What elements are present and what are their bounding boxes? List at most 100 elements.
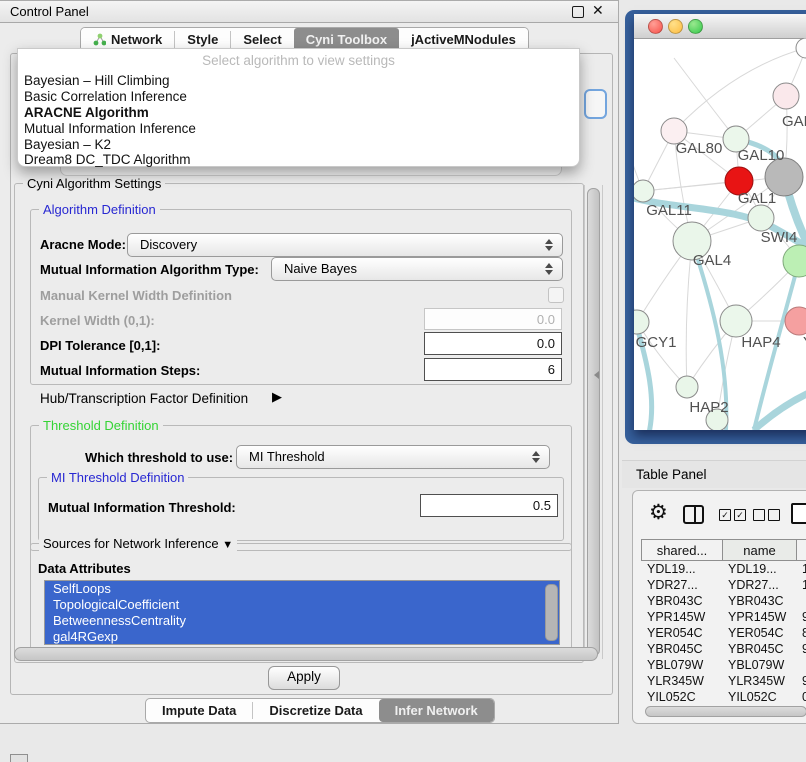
cell: 12	[802, 578, 806, 592]
network-view-inner: GAL GAL80 GAL10 GAL11 GAL1 SWI4 GAL4 GCY…	[634, 14, 806, 430]
minimize-traffic-light[interactable]	[668, 19, 683, 34]
group-title: Sources for Network Inference ▼	[39, 536, 237, 551]
group-title: Threshold Definition	[39, 418, 163, 433]
tab-impute-data[interactable]: Impute Data	[146, 699, 252, 722]
column-header[interactable]: name	[722, 539, 797, 561]
aracne-mode-combo[interactable]: Discovery	[127, 233, 563, 257]
checked-box-icon[interactable]: ✓	[734, 509, 746, 521]
settings-hscrollbar-thumb[interactable]	[14, 647, 598, 661]
aracne-mode-label: Aracne Mode:	[40, 237, 126, 252]
split-columns-icon[interactable]	[683, 505, 704, 524]
settings-vscrollbar-thumb[interactable]	[587, 188, 600, 656]
node-label: GAL1	[738, 190, 776, 207]
cell: YDR27...	[647, 578, 698, 592]
manual-kernel-checkbox[interactable]	[548, 287, 564, 303]
stepper-icon	[545, 262, 553, 276]
node[interactable]	[634, 310, 649, 334]
network-icon	[93, 33, 106, 46]
algorithm-option[interactable]: Bayesian – K2	[24, 137, 111, 152]
node[interactable]	[676, 376, 698, 398]
cell: YIL052C	[728, 690, 777, 704]
network-window-titlebar	[634, 14, 806, 39]
apply-button[interactable]: Apply	[268, 666, 340, 690]
node[interactable]	[785, 307, 806, 335]
node[interactable]	[748, 205, 774, 231]
algorithm-option[interactable]: Bayesian – Hill Climbing	[24, 73, 170, 88]
mi-threshold-label: Mutual Information Threshold:	[48, 500, 236, 515]
hub-expand-arrow-icon[interactable]: ▶	[272, 389, 282, 405]
algorithm-option-highlighted[interactable]: ARACNE Algorithm	[24, 105, 149, 120]
which-threshold-combo[interactable]: MI Threshold	[236, 445, 550, 469]
cell: YPR145W	[728, 610, 786, 624]
cell: YBL079W	[728, 658, 784, 672]
checked-box-icon[interactable]: ✓	[719, 509, 731, 521]
tab-infer-network[interactable]: Infer Network	[379, 699, 494, 722]
zoom-traffic-light[interactable]	[688, 19, 703, 34]
algorithm-option[interactable]: Mutual Information Inference	[24, 121, 196, 136]
node-label: GAL4	[693, 252, 731, 269]
minimized-panel-icon[interactable]	[10, 754, 28, 762]
table-panel-title: Table Panel	[636, 467, 707, 482]
tab-label: Impute Data	[162, 703, 236, 718]
node[interactable]	[783, 245, 806, 277]
sources-collapse-arrow-icon[interactable]: ▼	[222, 539, 233, 551]
column-header[interactable]: shared...	[641, 539, 723, 561]
list-item[interactable]: BetweennessCentrality	[45, 613, 559, 629]
mi-steps-label: Mutual Information Steps:	[40, 363, 200, 378]
float-window-icon[interactable]	[572, 6, 584, 18]
close-traffic-light[interactable]	[648, 19, 663, 34]
mi-steps-field[interactable]: 6	[424, 358, 562, 381]
close-icon[interactable]: ✕	[592, 2, 604, 19]
mi-threshold-field[interactable]: 0.5	[420, 494, 558, 517]
hub-section-label[interactable]: Hub/Transcription Factor Definition	[40, 391, 248, 406]
tab-label: Cyni Toolbox	[306, 32, 387, 47]
list-item[interactable]: gal4RGexp	[45, 629, 559, 645]
panel-divider-handle[interactable]	[594, 371, 599, 379]
control-panel-window: Control Panel ✕ Network Style Select Cyn…	[0, 0, 619, 724]
algorithm-option[interactable]: Dream8 DC_TDC Algorithm	[24, 152, 191, 167]
combo-value: MI Threshold	[249, 449, 325, 464]
mi-algorithm-type-combo[interactable]: Naive Bayes	[271, 257, 563, 281]
control-panel-title: Control Panel	[10, 4, 89, 19]
kernel-width-label: Kernel Width (0,1):	[40, 313, 155, 328]
algorithm-dropdown-placeholder: Select algorithm to view settings	[18, 53, 579, 68]
network-canvas[interactable]: GAL GAL80 GAL10 GAL11 GAL1 SWI4 GAL4 GCY…	[634, 38, 806, 430]
cell: YDR27...	[728, 578, 779, 592]
document-icon[interactable]	[791, 503, 806, 524]
data-attributes-list[interactable]: SelfLoops TopologicalCoefficient Between…	[44, 580, 560, 645]
dpi-tolerance-field[interactable]: 0.0	[424, 332, 562, 355]
node-label: HAP4	[741, 334, 780, 351]
gear-icon[interactable]: ⚙	[649, 503, 668, 523]
node-label: GAL	[782, 113, 806, 130]
cell: YBR045C	[647, 642, 703, 656]
node-label: SWI4	[761, 229, 798, 246]
attributes-list-vscrollbar-thumb[interactable]	[545, 584, 558, 641]
group-title: Cyni Algorithm Settings	[23, 176, 165, 191]
node[interactable]	[796, 38, 806, 58]
tab-discretize-data[interactable]: Discretize Data	[253, 699, 378, 722]
cell: 9.	[802, 674, 806, 688]
algorithm-option[interactable]: Basic Correlation Inference	[24, 89, 187, 104]
cell: 9.	[802, 610, 806, 624]
node[interactable]	[634, 180, 654, 202]
table-panel-window: ⚙ ✓ ✓ shared... name A YDL19...YDL19...1…	[632, 490, 806, 724]
column-header[interactable]: A	[796, 539, 806, 561]
cell: YBR045C	[728, 642, 784, 656]
node[interactable]	[720, 305, 752, 337]
cell: 9.	[802, 642, 806, 656]
list-item[interactable]: TopologicalCoefficient	[45, 597, 559, 613]
node-label: GAL11	[646, 202, 692, 219]
focused-button-partial[interactable]	[584, 89, 607, 119]
table-hscrollbar-thumb[interactable]	[645, 706, 806, 717]
cell: 8.	[802, 626, 806, 640]
tab-label: Discretize Data	[269, 703, 362, 718]
tab-label: Style	[187, 32, 218, 47]
cell: YER054C	[647, 626, 703, 640]
list-item[interactable]: SelfLoops	[45, 581, 559, 597]
kernel-width-field[interactable]: 0.0	[424, 308, 562, 330]
cell: YLR345W	[728, 674, 785, 688]
unchecked-box-icon[interactable]	[753, 509, 765, 521]
unchecked-box-icon[interactable]	[768, 509, 780, 521]
node[interactable]	[773, 83, 799, 109]
node-label: GAL10	[738, 147, 785, 164]
